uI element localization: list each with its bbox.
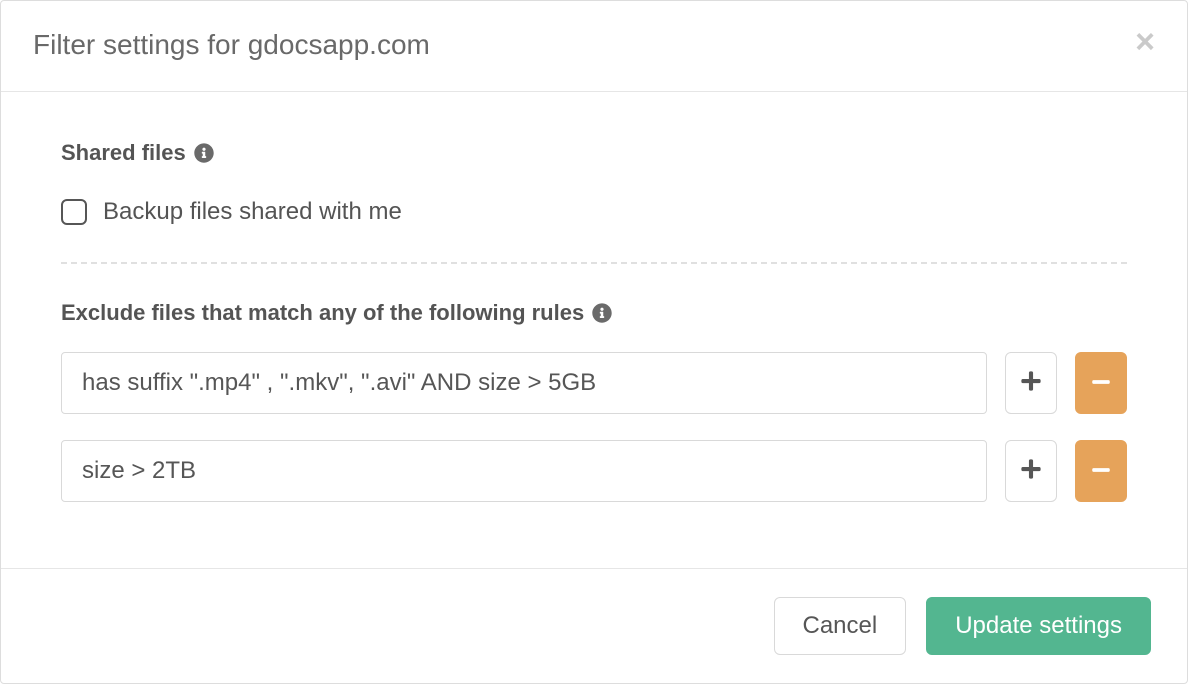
modal-footer: Cancel Update settings [1,568,1187,683]
rules-container [61,352,1127,502]
backup-shared-checkbox[interactable] [61,199,87,225]
close-button[interactable]: × [1135,25,1155,59]
modal-body: Shared files Backup files shared with me… [1,92,1187,568]
remove-rule-button[interactable] [1075,352,1127,414]
info-icon[interactable] [592,303,612,323]
exclude-rules-label: Exclude files that match any of the foll… [61,300,1127,326]
minus-icon [1091,367,1111,399]
info-icon[interactable] [194,143,214,163]
plus-icon [1020,455,1042,487]
minus-icon [1091,455,1111,487]
add-rule-button[interactable] [1005,440,1057,502]
update-settings-button[interactable]: Update settings [926,597,1151,655]
plus-icon [1020,367,1042,399]
remove-rule-button[interactable] [1075,440,1127,502]
add-rule-button[interactable] [1005,352,1057,414]
exclude-rules-label-text: Exclude files that match any of the foll… [61,300,584,326]
rule-row [61,440,1127,502]
modal-title: Filter settings for gdocsapp.com [33,29,430,61]
backup-shared-row: Backup files shared with me [61,198,1127,226]
shared-files-label: Shared files [61,140,1127,166]
divider [61,262,1127,264]
shared-files-label-text: Shared files [61,140,186,166]
close-icon: × [1135,23,1155,61]
cancel-button[interactable]: Cancel [774,597,907,655]
rule-input[interactable] [61,352,987,414]
rule-row [61,352,1127,414]
backup-shared-label: Backup files shared with me [103,198,402,226]
filter-settings-modal: Filter settings for gdocsapp.com × Share… [0,0,1188,684]
modal-header: Filter settings for gdocsapp.com × [1,1,1187,92]
rule-input[interactable] [61,440,987,502]
